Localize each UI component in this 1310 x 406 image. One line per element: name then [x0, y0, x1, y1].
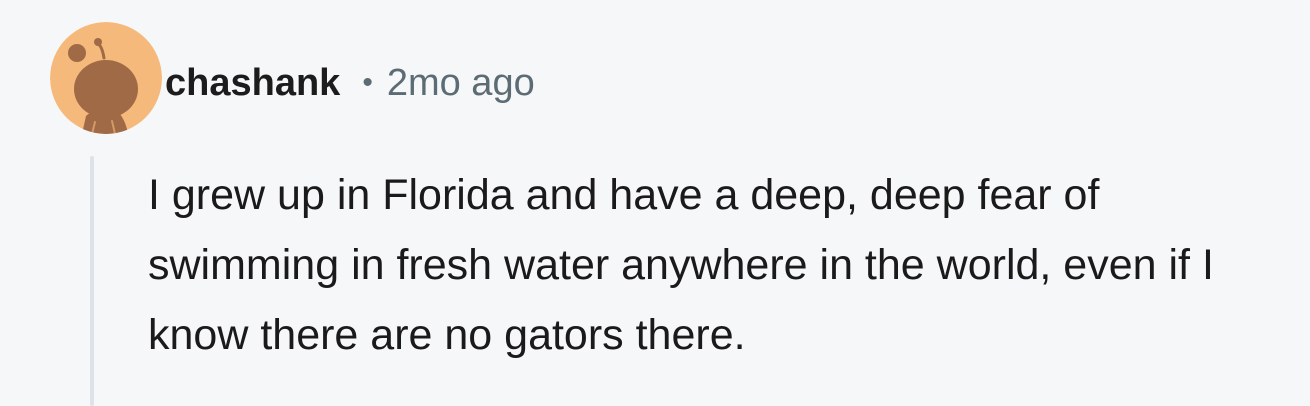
- avatar[interactable]: [50, 22, 162, 134]
- thread-line[interactable]: [90, 156, 94, 406]
- snoo-avatar-icon: [50, 22, 162, 134]
- comment-body: I grew up in Florida and have a deep, de…: [148, 171, 1214, 359]
- username-link[interactable]: chashank: [165, 62, 340, 105]
- comment-header: chashank • 2mo ago: [165, 58, 535, 108]
- separator-dot: •: [362, 66, 373, 99]
- comment: chashank • 2mo ago I grew up in Florida …: [0, 0, 1310, 406]
- timestamp[interactable]: 2mo ago: [387, 62, 535, 105]
